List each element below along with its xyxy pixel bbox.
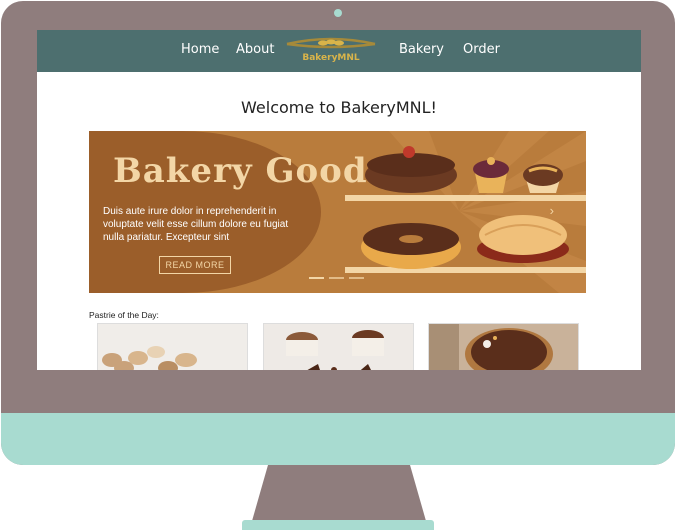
nav-about-link[interactable]: About [236,42,274,57]
pastry-section-label: Pastrie of the Day: [89,310,159,320]
monitor-chin [1,413,675,465]
pie-icon [477,215,569,263]
pastry-card-chocolate-tart[interactable] [428,323,579,370]
nav-order-link[interactable]: Order [463,42,500,57]
donut-icon [361,223,461,269]
carousel-indicators [309,277,369,280]
muffin-icon [523,164,563,193]
carousel-dot-3[interactable] [349,277,364,279]
carousel-next-icon[interactable]: › [550,203,554,218]
chocolate-cake-icon [365,146,457,193]
bakery-logo[interactable]: BakeryMNL [283,34,379,68]
nav-home-link[interactable]: Home [181,42,219,57]
wheat-ribbon-icon [286,37,376,49]
carousel-dot-2[interactable] [329,277,344,279]
chocolate-cakes-image [264,324,413,370]
hero-carousel[interactable]: Bakery Goods Duis aute irure dolor in re… [89,131,586,293]
cupcake-icon [473,157,509,193]
logo-text: BakeryMNL [302,53,360,63]
camera-dot [334,9,342,17]
page-title: Welcome to BakeryMNL! [241,98,437,117]
chocolate-tart-image [429,324,578,370]
monitor-frame: Home About BakeryMNL Bakery Order Welcom… [1,1,675,465]
navbar: Home About BakeryMNL Bakery Order [37,30,641,72]
nav-bakery-link[interactable]: Bakery [399,42,444,57]
monitor-stand [252,465,426,521]
pastry-card-chocolate-cakes[interactable] [263,323,414,370]
pastry-card-cupcakes[interactable] [97,323,248,370]
monitor-stand-base [242,520,434,530]
bakery-goods-illustration [361,146,569,269]
cupcakes-image [98,324,247,370]
website-screen: Home About BakeryMNL Bakery Order Welcom… [37,30,641,370]
carousel-dot-1[interactable] [309,277,324,279]
